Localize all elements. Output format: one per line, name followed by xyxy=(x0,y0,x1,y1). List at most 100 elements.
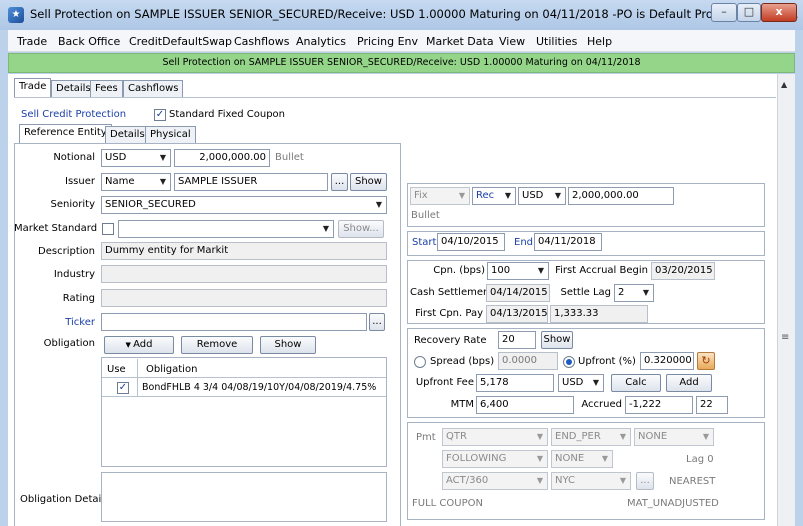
day-count-select[interactable]: ACT/360 ▼ xyxy=(442,472,548,490)
table-row-divider xyxy=(102,396,386,397)
ticker-link[interactable]: Ticker xyxy=(20,317,95,328)
date-adjust-select[interactable]: NONE ▼ xyxy=(551,450,613,468)
chevron-down-icon: ▼ xyxy=(458,191,465,200)
menu-pricing-env[interactable]: Pricing Env xyxy=(357,35,418,48)
ticker-input[interactable] xyxy=(101,313,367,331)
obligation-remove-button[interactable]: Remove xyxy=(181,336,253,354)
scroll-up-icon[interactable]: ▲ xyxy=(781,80,787,89)
standard-fixed-coupon-checkbox[interactable]: ✓ xyxy=(154,109,166,121)
seniority-select[interactable]: SENIOR_SECURED ▼ xyxy=(101,196,387,214)
vertical-scrollbar[interactable] xyxy=(777,74,795,526)
date-roll-select[interactable]: FOLLOWING ▼ xyxy=(442,450,548,468)
spread-field[interactable]: 0.0000 xyxy=(498,352,558,370)
payment-lag-label: Lag 0 xyxy=(686,454,714,465)
notional-type-label: Bullet xyxy=(275,152,304,163)
market-standard-show-button[interactable]: Show... xyxy=(338,220,384,238)
obligation-detail-label: Obligation Detail xyxy=(20,494,105,505)
pmt-label: Pmt xyxy=(416,432,436,443)
upfront-fee-currency-select[interactable]: USD ▼ xyxy=(558,374,604,392)
settle-lag-label: Settle Lag xyxy=(560,287,612,298)
leg-type-select[interactable]: Fix ▼ xyxy=(410,187,470,205)
chevron-down-icon: ▼ xyxy=(619,432,626,441)
menu-market-data[interactable]: Market Data xyxy=(426,35,494,48)
cash-settlement-field: 04/14/2015 xyxy=(486,284,550,302)
menu-credit-default-swap[interactable]: CreditDefaultSwap xyxy=(129,35,232,48)
chevron-down-icon: ▼ xyxy=(601,454,608,463)
end-date-link[interactable]: End xyxy=(514,237,533,248)
coupon-bps-select[interactable]: 100 ▼ xyxy=(487,262,549,280)
chevron-down-icon: ▼ xyxy=(619,476,626,485)
obligation-table xyxy=(101,357,387,467)
recovery-show-button[interactable]: Show xyxy=(541,331,573,349)
scroll-grip-icon[interactable]: ≡ xyxy=(781,332,789,343)
settle-lag-select[interactable]: 2 ▼ xyxy=(614,284,654,302)
menu-analytics[interactable]: Analytics xyxy=(296,35,346,48)
start-date-input[interactable]: 04/10/2015 xyxy=(437,233,505,251)
menu-utilities[interactable]: Utilities xyxy=(536,35,577,48)
notional-label: Notional xyxy=(53,152,95,163)
spread-radio[interactable] xyxy=(414,356,426,368)
leg-bullet-label: Bullet xyxy=(411,210,440,221)
leg-currency-select[interactable]: USD ▼ xyxy=(518,187,566,205)
leg-amount-input[interactable]: 2,000,000.00 xyxy=(568,187,674,205)
market-standard-select[interactable]: ▼ xyxy=(118,220,334,238)
issuer-input[interactable]: SAMPLE ISSUER xyxy=(174,173,328,191)
maximize-button[interactable]: □ xyxy=(737,3,761,22)
tab-trade[interactable]: Trade xyxy=(14,78,52,98)
payment-frequency-select[interactable]: QTR ▼ xyxy=(442,428,548,446)
end-date-input[interactable]: 04/11/2018 xyxy=(534,233,602,251)
tab-details[interactable]: Details xyxy=(51,80,96,98)
rating-label: Rating xyxy=(62,293,95,304)
notional-amount-input[interactable]: 2,000,000.00 xyxy=(174,149,270,167)
calc-button[interactable]: Calc xyxy=(611,374,661,392)
obligation-show-button[interactable]: Show xyxy=(260,336,316,354)
recovery-rate-label: Recovery Rate xyxy=(414,335,487,346)
close-button[interactable]: x xyxy=(761,3,797,22)
start-date-link[interactable]: Start xyxy=(412,237,436,248)
ticker-browse-button[interactable]: ... xyxy=(369,313,385,331)
calendar-browse-button[interactable]: ... xyxy=(636,472,654,490)
refresh-icon[interactable]: ↻ xyxy=(697,352,715,370)
tab-physical[interactable]: Physical xyxy=(145,126,196,144)
sell-credit-protection-link[interactable]: Sell Credit Protection xyxy=(21,109,126,120)
first-coupon-pay-date: 04/13/2015 xyxy=(486,305,548,323)
issuer-label: Issuer xyxy=(65,176,95,187)
spread-label: Spread (bps) xyxy=(430,356,495,367)
minimize-button[interactable]: – xyxy=(711,3,737,22)
upfront-fee-input[interactable]: 5,178 xyxy=(476,374,554,392)
seniority-label: Seniority xyxy=(50,199,95,210)
tab-ref-details[interactable]: Details xyxy=(105,126,150,144)
chevron-down-icon: ▼ xyxy=(536,476,543,485)
issuer-browse-button[interactable]: ... xyxy=(331,173,348,191)
payment-stub-select[interactable]: NONE ▼ xyxy=(634,428,714,446)
menu-trade[interactable]: Trade xyxy=(17,35,47,48)
obligation-add-button[interactable]: ▼ Add xyxy=(104,336,174,354)
calendar-select[interactable]: NYC ▼ xyxy=(551,472,631,490)
notional-currency-select[interactable]: USD ▼ xyxy=(101,149,171,167)
industry-label: Industry xyxy=(53,269,95,280)
tab-fees[interactable]: Fees xyxy=(90,80,123,98)
menu-back-office[interactable]: Back Office xyxy=(58,35,120,48)
menu-view[interactable]: View xyxy=(499,35,525,48)
upfront-add-button[interactable]: Add xyxy=(666,374,712,392)
tab-reference-entity[interactable]: Reference Entity xyxy=(19,124,112,144)
upfront-pct-radio[interactable] xyxy=(563,356,575,368)
coupon-type-label: FULL COUPON xyxy=(412,498,483,509)
recovery-rate-input[interactable]: 20 xyxy=(498,331,536,349)
description-label: Description xyxy=(38,246,95,257)
obligation-detail-field[interactable] xyxy=(101,472,387,522)
maturity-adjust-label: MAT_UNADJUSTED xyxy=(627,498,719,509)
market-standard-checkbox[interactable] xyxy=(102,223,114,235)
menu-help[interactable]: Help xyxy=(587,35,612,48)
payment-period-select[interactable]: END_PER ▼ xyxy=(551,428,631,446)
chevron-down-icon: ▼ xyxy=(536,454,543,463)
tab-cashflows[interactable]: Cashflows xyxy=(123,80,184,98)
issuer-show-button[interactable]: Show xyxy=(350,173,387,191)
chevron-down-icon: ▼ xyxy=(554,191,561,200)
upfront-pct-input[interactable]: 0.320000 xyxy=(640,352,694,370)
menu-cashflows[interactable]: Cashflows xyxy=(234,35,290,48)
window-title: Sell Protection on SAMPLE ISSUER SENIOR_… xyxy=(30,7,799,21)
issuer-type-select[interactable]: Name ▼ xyxy=(101,173,171,191)
obligation-use-checkbox[interactable]: ✓ xyxy=(117,382,129,394)
pay-rec-select[interactable]: Rec ▼ xyxy=(472,187,516,205)
